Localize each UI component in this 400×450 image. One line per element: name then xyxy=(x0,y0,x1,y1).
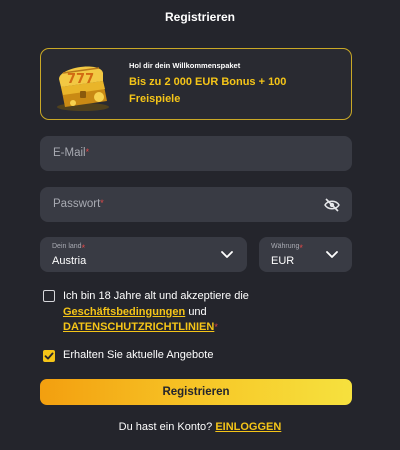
terms-link[interactable]: Geschäftsbedingungen xyxy=(63,306,185,318)
login-link[interactable]: EINLOGGEN xyxy=(215,421,281,433)
email-field[interactable]: E-Mail* xyxy=(40,136,352,171)
country-label: Dein land* xyxy=(52,243,86,253)
login-question: Du hast ein Konto? xyxy=(118,421,213,433)
chevron-down-icon xyxy=(221,251,233,258)
currency-label: Währung* xyxy=(271,243,303,253)
required-asterisk: * xyxy=(214,322,218,332)
privacy-link[interactable]: DATENSCHUTZRICHTLINIEN xyxy=(63,321,214,333)
offers-label: Erhalten Sie aktuelle Angebote xyxy=(63,349,214,361)
eye-slash-icon[interactable] xyxy=(324,198,340,212)
welcome-promo-banner: 777 Hol dir dein Willkommenspaket Bis zu… xyxy=(40,48,352,120)
password-placeholder: Passwort* xyxy=(53,198,104,210)
terms-text: Ich bin 18 Jahre alt und akzeptiere die … xyxy=(63,289,249,336)
currency-select[interactable]: Währung* EUR xyxy=(259,237,352,272)
svg-text:777: 777 xyxy=(67,72,94,87)
offers-checkbox[interactable] xyxy=(43,350,55,362)
terms-middle: und xyxy=(188,305,207,318)
treasure-chest-icon: 777 xyxy=(57,66,109,111)
promo-subtitle: Hol dir dein Willkommenspaket xyxy=(129,61,241,70)
country-value: Austria xyxy=(52,255,87,267)
register-button[interactable]: Registrieren xyxy=(40,379,352,405)
checkmark-icon xyxy=(44,352,54,360)
password-field[interactable]: Passwort* xyxy=(40,187,352,222)
terms-checkbox[interactable] xyxy=(43,290,55,302)
required-asterisk: * xyxy=(81,243,86,253)
promo-bonus-text: Bis zu 2 000 EUR Bonus + 100 Freispiele xyxy=(129,76,287,105)
required-asterisk: * xyxy=(85,147,90,157)
page-title: Registrieren xyxy=(164,10,236,24)
terms-prefix: Ich bin 18 Jahre alt und akzeptiere die xyxy=(63,290,249,302)
login-prompt: Du hast ein Konto? EINLOGGEN xyxy=(0,421,400,433)
email-placeholder: E-Mail* xyxy=(53,147,90,159)
required-asterisk: * xyxy=(299,243,303,253)
country-select[interactable]: Dein land* Austria xyxy=(40,237,247,272)
chevron-down-icon xyxy=(326,251,338,258)
currency-value: EUR xyxy=(271,255,295,267)
required-asterisk: * xyxy=(100,198,104,208)
